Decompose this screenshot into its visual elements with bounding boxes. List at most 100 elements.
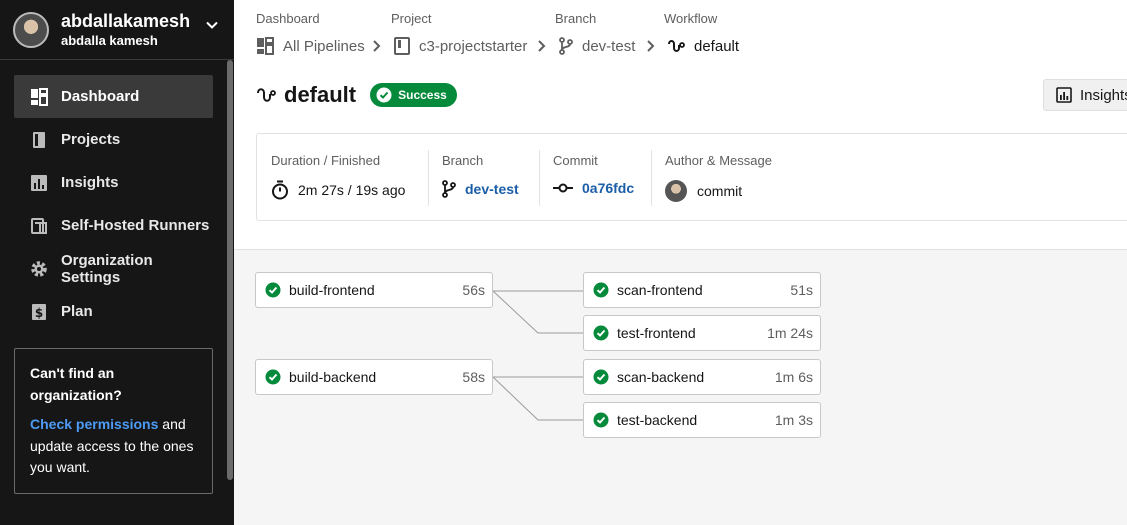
user-menu[interactable]: abdallakamesh abdalla kamesh [0,0,234,60]
sidebar-item-label: Self-Hosted Runners [61,217,210,234]
breadcrumb-text: default [694,37,740,55]
workflow-icon [668,40,685,52]
breadcrumb-label-project: Project [391,11,432,26]
check-circle-icon [265,369,281,385]
summary-author: Author & Message commit [651,134,772,222]
commit-message: commit [697,183,743,199]
breadcrumb-label-branch: Branch [555,11,597,26]
sidebar-item-label: Organization Settings [61,251,153,286]
job-name: build-backend [289,369,377,385]
chevron-right-icon [538,40,546,52]
commit-label: Commit [553,153,598,168]
dollar-icon: $ [32,303,46,320]
branch-link[interactable]: dev-test [465,181,519,197]
breadcrumb-label-workflow: Workflow [664,11,718,26]
insights-icon [31,174,47,191]
breadcrumb-text: c3-projectstarter [419,37,528,55]
check-circle-icon [265,282,281,298]
chevron-right-icon [373,40,381,52]
check-circle-icon [593,282,609,298]
workflow-icon [257,88,276,102]
branch-icon [559,37,573,55]
chevron-down-icon[interactable] [204,17,220,33]
job-duration: 1m 3s [774,412,813,428]
job-build-backend[interactable]: build-backend 58s [255,359,493,395]
duration-value: 2m 27s / 19s ago [298,182,406,198]
job-test-backend[interactable]: test-backend 1m 3s [583,402,821,438]
gear-icon [31,260,47,277]
help-card: Can't find an organization? Check permis… [14,348,213,494]
sidebar-scrollbar[interactable] [227,60,233,480]
commit-icon [553,183,573,193]
main-content: Dashboard Project Branch Workflow All Pi… [234,0,1127,525]
job-duration: 56s [462,282,485,298]
insights-button[interactable]: Insights [1043,79,1127,111]
sidebar-nav: Dashboard Projects Insights Self-Hosted … [14,75,213,333]
job-duration: 58s [462,369,485,385]
author-label: Author & Message [665,153,772,168]
job-name: scan-frontend [617,282,703,298]
workflow-graph: build-frontend 56s scan-frontend 51s tes… [234,251,1127,525]
summary-branch: Branch dev-test [428,134,519,222]
avatar [665,180,687,202]
avatar [13,11,49,48]
book-icon [33,131,45,148]
sidebar-item-insights[interactable]: Insights [14,161,213,204]
job-build-frontend[interactable]: build-frontend 56s [255,272,493,308]
breadcrumb-label-dashboard: Dashboard [256,11,320,26]
pipeline-summary: Duration / Finished 2m 27s / 19s ago Bra… [256,133,1127,221]
job-duration: 1m 6s [774,369,813,385]
sidebar-item-projects[interactable]: Projects [14,118,213,161]
user-display-name: abdalla kamesh [61,32,158,48]
job-name: build-frontend [289,282,375,298]
insights-icon [1056,87,1072,103]
connector-line [492,290,583,334]
breadcrumb-branch[interactable]: dev-test [559,36,635,56]
job-duration: 1m 24s [767,325,813,341]
branch-icon [442,180,456,198]
job-scan-frontend[interactable]: scan-frontend 51s [583,272,821,308]
branch-label: Branch [442,153,484,168]
connector-line [492,376,583,421]
job-name: test-backend [617,412,698,428]
workflow-title-row: default Success [256,82,457,108]
sidebar-item-label: Insights [61,174,119,191]
job-scan-backend[interactable]: scan-backend 1m 6s [583,359,821,395]
job-name: scan-backend [617,369,705,385]
runners-icon [31,217,47,234]
check-circle-icon [593,369,609,385]
breadcrumb-all-pipelines[interactable]: All Pipelines [256,36,365,56]
sidebar-item-label: Plan [61,303,93,320]
check-circle-icon [593,325,609,341]
insights-button-label: Insights [1080,86,1127,104]
check-permissions-link[interactable]: Check permissions [30,416,158,432]
help-title: Can't find an organization? [30,365,122,403]
breadcrumb-project[interactable]: c3-projectstarter [394,36,527,56]
username: abdallakamesh [61,10,191,31]
sidebar-item-self-hosted-runners[interactable]: Self-Hosted Runners [14,204,213,247]
svg-text:$: $ [35,306,43,320]
commit-link[interactable]: 0a76fdc [582,180,634,196]
sidebar-item-organization-settings[interactable]: Organization Settings [14,247,213,290]
summary-commit: Commit 0a76fdc [539,134,634,222]
dashboard-icon [257,37,274,55]
status-text: Success [398,88,447,102]
stopwatch-icon [272,180,288,200]
sidebar-item-dashboard[interactable]: Dashboard [14,75,213,118]
breadcrumb-text: All Pipelines [283,37,365,55]
book-icon [394,37,410,55]
check-circle-icon [593,412,609,428]
chevron-right-icon [647,40,655,52]
workflow-header: Dashboard Project Branch Workflow All Pi… [234,0,1127,250]
sidebar: abdallakamesh abdalla kamesh Dashboard P… [0,0,234,525]
job-duration: 51s [790,282,813,298]
breadcrumb-workflow[interactable]: default [667,36,739,56]
sidebar-item-label: Projects [61,131,121,148]
job-name: test-frontend [617,325,696,341]
summary-duration: Duration / Finished 2m 27s / 19s ago [271,134,405,222]
status-badge: Success [370,83,457,107]
sidebar-item-plan[interactable]: $ Plan [14,290,213,333]
dashboard-icon [31,87,48,106]
job-test-frontend[interactable]: test-frontend 1m 24s [583,315,821,351]
page-title: default [284,82,357,107]
